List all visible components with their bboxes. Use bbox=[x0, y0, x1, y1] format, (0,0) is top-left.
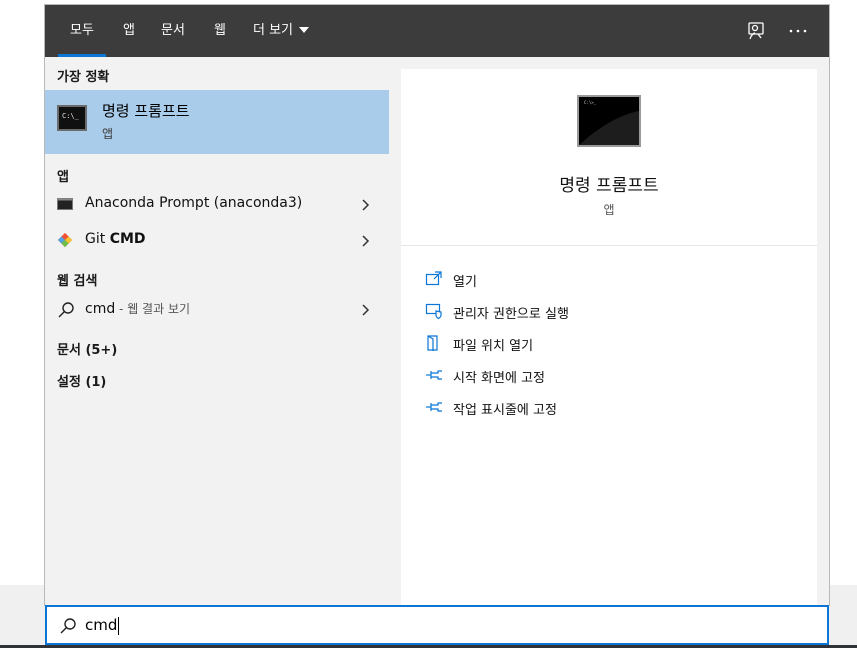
command-prompt-large-icon: C:\>_ bbox=[577, 95, 641, 147]
detail-title: 명령 프롬프트 bbox=[559, 176, 659, 196]
chevron-right-icon[interactable] bbox=[358, 233, 372, 247]
best-match-subtitle: 앱 bbox=[102, 127, 114, 141]
command-prompt-icon-text: C:\_ bbox=[62, 112, 79, 120]
action-run-as-admin[interactable]: 관리자 권한으로 실행 bbox=[425, 300, 785, 322]
chevron-right-icon[interactable] bbox=[358, 302, 372, 316]
tab-more[interactable]: 더 보기 bbox=[253, 5, 310, 57]
web-search-result[interactable]: cmd - 웹 결과 보기 bbox=[45, 292, 389, 326]
action-open-file-location[interactable]: 파일 위치 열기 bbox=[425, 332, 785, 354]
tab-web[interactable]: 웹 bbox=[214, 5, 226, 57]
git-label-bold: CMD bbox=[109, 231, 146, 247]
text-cursor bbox=[118, 616, 120, 635]
best-match-result[interactable]: C:\_ 명령 프롬프트 앱 bbox=[45, 90, 389, 154]
open-icon bbox=[425, 270, 443, 288]
detail-pane: C:\>_ 명령 프롬프트 앱 열기 관리자 권한으로 실행 파일 위치 열기 bbox=[401, 69, 817, 606]
shield-run-icon bbox=[425, 302, 443, 320]
section-best-match: 가장 정확 bbox=[57, 70, 110, 85]
search-icon bbox=[59, 617, 77, 635]
chevron-right-icon[interactable] bbox=[358, 197, 372, 211]
best-match-title: 명령 프롬프트 bbox=[102, 102, 190, 120]
tab-all[interactable]: 모두 bbox=[58, 5, 106, 57]
section-documents[interactable]: 문서 (5+) bbox=[57, 339, 117, 358]
action-open-file-location-label: 파일 위치 열기 bbox=[453, 339, 534, 354]
more-options-icon[interactable] bbox=[787, 20, 809, 42]
search-icon bbox=[57, 301, 75, 323]
app-result-anaconda[interactable]: Anaconda Prompt (anaconda3) bbox=[45, 187, 389, 221]
file-location-icon bbox=[425, 334, 443, 352]
app-label-git-cmd: Git CMD bbox=[85, 231, 146, 247]
action-pin-to-taskbar-label: 작업 표시줄에 고정 bbox=[453, 403, 557, 418]
app-label-anaconda: Anaconda Prompt (anaconda3) bbox=[85, 195, 303, 211]
action-run-as-admin-label: 관리자 권한으로 실행 bbox=[453, 307, 569, 322]
search-input-value: cmd bbox=[85, 616, 118, 634]
action-pin-to-start-label: 시작 화면에 고정 bbox=[453, 371, 545, 386]
caret-down-icon bbox=[299, 26, 310, 33]
section-apps: 앱 bbox=[57, 170, 69, 185]
section-web-search: 웹 검색 bbox=[57, 274, 98, 289]
git-label-prefix: Git bbox=[85, 231, 110, 247]
pin-icon bbox=[425, 398, 443, 416]
web-suffix: - 웹 결과 보기 bbox=[115, 302, 191, 316]
section-settings[interactable]: 설정 (1) bbox=[57, 371, 106, 390]
web-result-label: cmd - 웹 결과 보기 bbox=[85, 300, 190, 317]
action-open[interactable]: 열기 bbox=[425, 268, 785, 290]
search-box[interactable]: cmd bbox=[45, 605, 829, 645]
action-pin-to-start[interactable]: 시작 화면에 고정 bbox=[425, 364, 785, 386]
feedback-icon[interactable] bbox=[745, 20, 767, 42]
action-open-label: 열기 bbox=[453, 275, 477, 290]
app-result-git-cmd[interactable]: Git CMD bbox=[45, 223, 389, 257]
tab-more-label: 더 보기 bbox=[253, 23, 294, 38]
pin-icon bbox=[425, 366, 443, 384]
tab-apps[interactable]: 앱 bbox=[123, 5, 135, 57]
divider bbox=[401, 245, 817, 246]
tab-documents[interactable]: 문서 bbox=[161, 5, 185, 57]
git-icon bbox=[57, 232, 73, 252]
command-prompt-icon: C:\_ bbox=[57, 105, 87, 131]
web-query: cmd bbox=[85, 301, 116, 317]
detail-subtitle: 앱 bbox=[603, 203, 615, 217]
results-list: 가장 정확 C:\_ 명령 프롬프트 앱 앱 Anaconda Prompt (… bbox=[45, 57, 389, 606]
action-pin-to-taskbar[interactable]: 작업 표시줄에 고정 bbox=[425, 396, 785, 418]
start-search-panel: 모두 앱 문서 웹 더 보기 가장 정확 C:\_ 명령 프롬프트 앱 앱 An… bbox=[44, 4, 830, 606]
search-input[interactable]: cmd bbox=[85, 616, 120, 635]
terminal-icon bbox=[57, 196, 73, 215]
filter-tab-bar: 모두 앱 문서 웹 더 보기 bbox=[45, 5, 829, 57]
